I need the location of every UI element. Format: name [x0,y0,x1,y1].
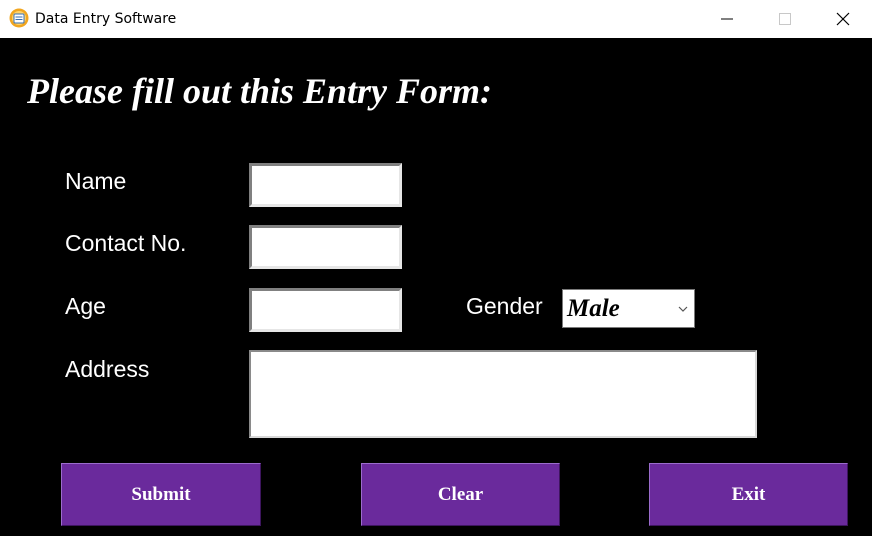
app-form-icon [9,8,29,28]
contact-field-frame [249,225,402,269]
maximize-button[interactable] [756,0,814,38]
entry-form: Please fill out this Entry Form: Name Co… [0,38,872,536]
name-label: Name [65,168,127,194]
age-field-frame [249,288,402,332]
window-title: Data Entry Software [35,11,177,27]
close-button[interactable] [814,0,872,38]
gender-selected-value: Male [567,295,620,322]
age-label: Age [65,293,106,319]
address-label: Address [65,356,150,382]
maximize-icon [779,13,791,25]
minimize-button[interactable] [698,0,756,38]
close-icon [836,12,850,26]
exit-button[interactable]: Exit [649,463,848,526]
name-field-frame [249,163,402,207]
title-bar: Data Entry Software [0,0,872,38]
age-input[interactable] [252,291,399,329]
chevron-down-icon [678,306,688,312]
contact-label: Contact No. [65,230,187,256]
clear-button[interactable]: Clear [361,463,560,526]
address-input[interactable] [251,352,755,436]
form-heading: Please fill out this Entry Form: [27,71,493,111]
contact-input[interactable] [252,228,399,266]
gender-label: Gender [466,293,543,319]
minimize-icon [721,18,733,20]
submit-button[interactable]: Submit [61,463,261,526]
address-field-frame [249,350,757,438]
gender-select[interactable]: Male [562,289,695,328]
name-input[interactable] [252,166,399,204]
